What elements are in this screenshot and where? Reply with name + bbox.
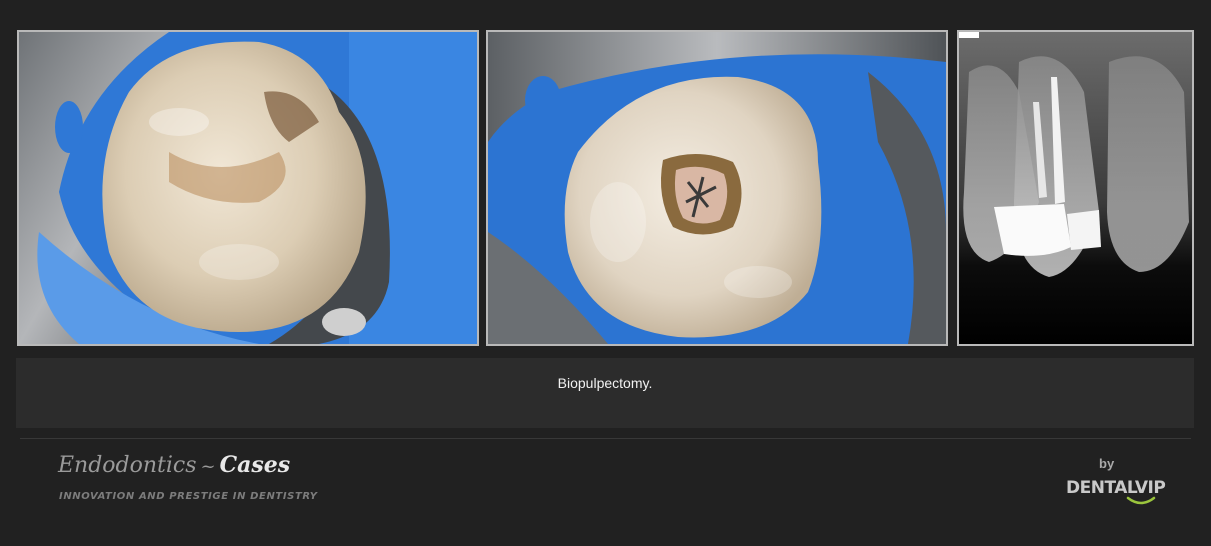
- radiograph-graphic: [959, 32, 1192, 344]
- case-gallery: Biopulpectomy. Endodontics ~ Cases INNOVAT…: [0, 0, 1211, 546]
- logo-swoosh-icon: [1126, 496, 1156, 505]
- gallery-image-access-cavity[interactable]: [486, 30, 948, 346]
- gallery-image-radiograph[interactable]: [957, 30, 1194, 346]
- by-label: by: [1099, 456, 1115, 471]
- brand-title[interactable]: Endodontics ~ Cases: [58, 452, 290, 478]
- brand-title-part1: Endodontics: [58, 453, 197, 478]
- vendor-logo[interactable]: DENTALVIP: [1066, 476, 1166, 510]
- brand-title-part2: Cases: [219, 452, 291, 478]
- caption-bar: Biopulpectomy.: [16, 358, 1194, 428]
- brand-title-separator: ~: [200, 456, 216, 477]
- vendor-logo-text: DENTALVIP: [1066, 478, 1166, 498]
- gallery-image-preop[interactable]: [17, 30, 479, 346]
- access-cavity-photo-graphic: [488, 32, 946, 344]
- brand-tagline: INNOVATION AND PRESTIGE IN DENTISTRY: [59, 491, 318, 502]
- image-caption: Biopulpectomy.: [557, 375, 653, 391]
- preop-photo-graphic: [19, 32, 477, 344]
- footer-divider: [20, 438, 1191, 439]
